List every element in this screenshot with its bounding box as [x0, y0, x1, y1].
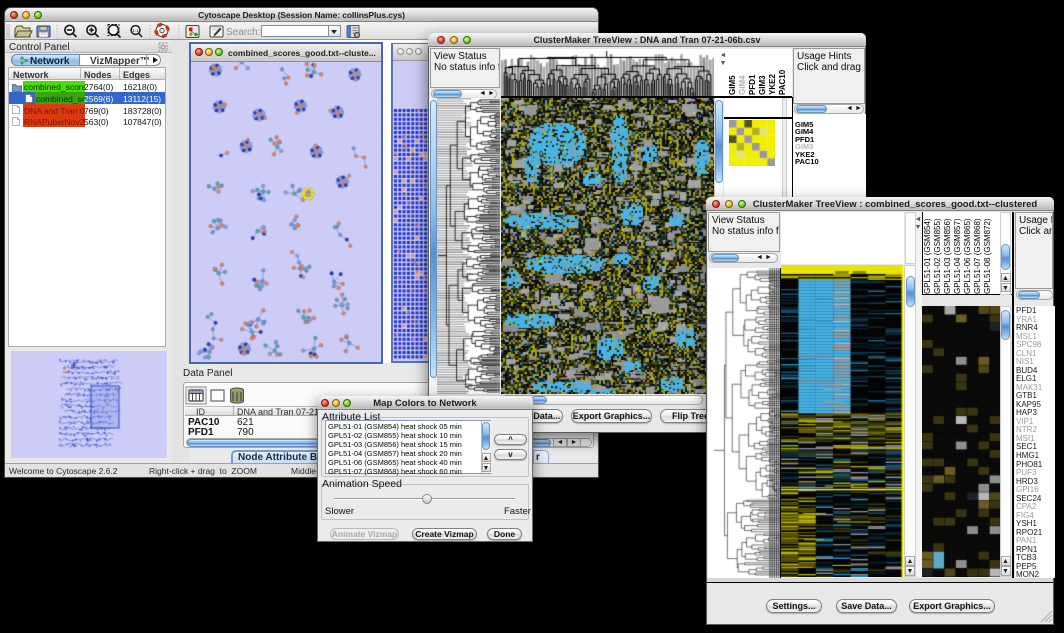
svg-text:1:1: 1:1	[132, 28, 139, 33]
